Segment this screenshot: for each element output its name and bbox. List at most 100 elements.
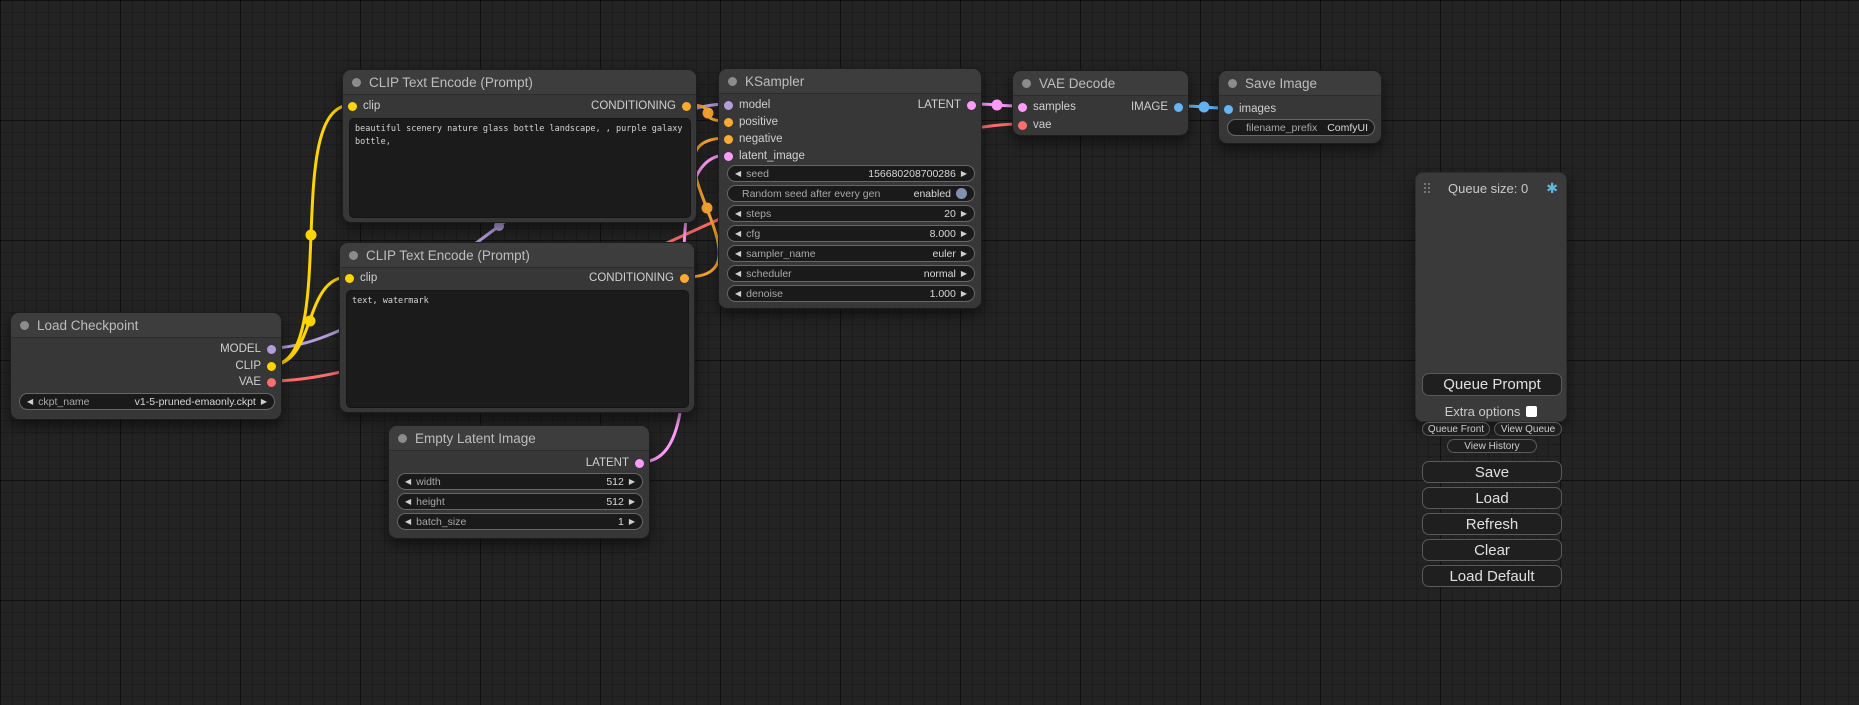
output-vae[interactable]: VAE	[239, 375, 276, 389]
node-clip-text-encode-positive[interactable]: CLIP Text Encode (Prompt) clip CONDITION…	[342, 69, 697, 223]
view-history-button[interactable]: View History	[1447, 439, 1537, 453]
height-widget[interactable]: ◀ height 512 ▶	[397, 493, 643, 510]
increment-arrow-icon[interactable]: ▶	[961, 290, 967, 298]
node-ksampler[interactable]: KSampler model LATENT positive negative …	[718, 68, 982, 309]
queue-front-button[interactable]: Queue Front	[1422, 422, 1490, 436]
node-clip-text-encode-negative[interactable]: CLIP Text Encode (Prompt) clip CONDITION…	[339, 242, 695, 413]
input-samples[interactable]: samples	[1018, 100, 1076, 114]
node-empty-latent-image[interactable]: Empty Latent Image LATENT ◀ width 512 ▶ …	[388, 425, 650, 539]
increment-arrow-icon[interactable]: ▶	[961, 270, 967, 278]
prompt-text-area[interactable]: beautiful scenery nature glass bottle la…	[349, 118, 691, 218]
node-graph-canvas[interactable]: Load Checkpoint MODEL CLIP VAE ◀ ckpt_na…	[0, 0, 1859, 705]
scheduler-widget[interactable]: ◀ scheduler normal ▶	[727, 265, 975, 282]
random-seed-widget[interactable]: Random seed after every gen enabled	[727, 185, 975, 202]
decrement-arrow-icon[interactable]: ◀	[27, 398, 33, 406]
decrement-arrow-icon[interactable]: ◀	[735, 270, 741, 278]
port-dot-latent[interactable]	[724, 152, 733, 161]
batch-size-widget[interactable]: ◀ batch_size 1 ▶	[397, 513, 643, 530]
seed-widget[interactable]: ◀ seed 156680208700286 ▶	[727, 165, 975, 182]
increment-arrow-icon[interactable]: ▶	[261, 398, 267, 406]
input-latent-image[interactable]: latent_image	[724, 149, 805, 163]
input-clip[interactable]: clip	[345, 271, 377, 285]
toggle-indicator[interactable]	[956, 188, 967, 199]
port-dot-image[interactable]	[1174, 103, 1183, 112]
increment-arrow-icon[interactable]: ▶	[629, 478, 635, 486]
save-button[interactable]: Save	[1422, 461, 1562, 483]
increment-arrow-icon[interactable]: ▶	[961, 210, 967, 218]
collapse-dot-icon[interactable]	[20, 321, 29, 330]
input-positive[interactable]: positive	[724, 115, 778, 129]
collapse-dot-icon[interactable]	[349, 251, 358, 260]
input-negative[interactable]: negative	[724, 132, 782, 146]
port-dot-model[interactable]	[724, 101, 733, 110]
node-save-image[interactable]: Save Image images filename_prefix ComfyU…	[1218, 70, 1382, 144]
node-vae-decode[interactable]: VAE Decode samples IMAGE vae	[1012, 70, 1189, 136]
output-conditioning[interactable]: CONDITIONING	[591, 99, 691, 113]
input-vae[interactable]: vae	[1018, 118, 1052, 132]
collapse-dot-icon[interactable]	[1228, 79, 1237, 88]
input-images[interactable]: images	[1224, 102, 1276, 116]
output-image[interactable]: IMAGE	[1131, 100, 1183, 114]
node-titlebar[interactable]: VAE Decode	[1013, 71, 1188, 96]
queue-menu-panel[interactable]: Queue size: 0 ✱ Queue Prompt Extra optio…	[1415, 172, 1567, 422]
node-titlebar[interactable]: Empty Latent Image	[389, 426, 649, 451]
increment-arrow-icon[interactable]: ▶	[961, 250, 967, 258]
port-dot-conditioning[interactable]	[724, 118, 733, 127]
node-titlebar[interactable]: KSampler	[719, 69, 981, 94]
extra-options-checkbox[interactable]	[1526, 406, 1537, 417]
increment-arrow-icon[interactable]: ▶	[629, 518, 635, 526]
node-load-checkpoint[interactable]: Load Checkpoint MODEL CLIP VAE ◀ ckpt_na…	[10, 312, 282, 420]
port-dot-clip[interactable]	[345, 274, 354, 283]
refresh-button[interactable]: Refresh	[1422, 513, 1562, 535]
denoise-widget[interactable]: ◀ denoise 1.000 ▶	[727, 285, 975, 302]
cfg-widget[interactable]: ◀ cfg 8.000 ▶	[727, 225, 975, 242]
load-button[interactable]: Load	[1422, 487, 1562, 509]
decrement-arrow-icon[interactable]: ◀	[735, 290, 741, 298]
output-model[interactable]: MODEL	[220, 342, 276, 356]
collapse-dot-icon[interactable]	[398, 434, 407, 443]
decrement-arrow-icon[interactable]: ◀	[735, 230, 741, 238]
sampler-name-widget[interactable]: ◀ sampler_name euler ▶	[727, 245, 975, 262]
decrement-arrow-icon[interactable]: ◀	[405, 518, 411, 526]
queue-prompt-button[interactable]: Queue Prompt	[1422, 373, 1562, 396]
increment-arrow-icon[interactable]: ▶	[629, 498, 635, 506]
input-model[interactable]: model	[724, 98, 770, 112]
decrement-arrow-icon[interactable]: ◀	[735, 170, 741, 178]
port-dot-vae[interactable]	[267, 378, 276, 387]
view-queue-button[interactable]: View Queue	[1494, 422, 1562, 436]
decrement-arrow-icon[interactable]: ◀	[735, 250, 741, 258]
steps-widget[interactable]: ◀ steps 20 ▶	[727, 205, 975, 222]
port-dot-clip[interactable]	[267, 362, 276, 371]
port-dot-latent[interactable]	[635, 459, 644, 468]
port-dot-vae[interactable]	[1018, 121, 1027, 130]
node-titlebar[interactable]: Save Image	[1219, 71, 1381, 96]
port-dot-conditioning[interactable]	[724, 135, 733, 144]
prompt-text-area[interactable]: text, watermark	[346, 290, 689, 408]
node-titlebar[interactable]: CLIP Text Encode (Prompt)	[340, 243, 694, 268]
clear-button[interactable]: Clear	[1422, 539, 1562, 561]
node-titlebar[interactable]: Load Checkpoint	[11, 313, 281, 338]
settings-gear-icon[interactable]: ✱	[1546, 181, 1558, 195]
input-clip[interactable]: clip	[348, 99, 380, 113]
decrement-arrow-icon[interactable]: ◀	[405, 478, 411, 486]
decrement-arrow-icon[interactable]: ◀	[405, 498, 411, 506]
ckpt-name-widget[interactable]: ◀ ckpt_name v1-5-pruned-emaonly.ckpt ▶	[19, 393, 275, 410]
collapse-dot-icon[interactable]	[1022, 79, 1031, 88]
increment-arrow-icon[interactable]: ▶	[961, 230, 967, 238]
port-dot-latent[interactable]	[1018, 103, 1027, 112]
node-titlebar[interactable]: CLIP Text Encode (Prompt)	[343, 70, 696, 95]
port-dot-image[interactable]	[1224, 105, 1233, 114]
load-default-button[interactable]: Load Default	[1422, 565, 1562, 587]
port-dot-latent[interactable]	[967, 101, 976, 110]
filename-prefix-widget[interactable]: filename_prefix ComfyUI	[1227, 119, 1375, 136]
port-dot-conditioning[interactable]	[682, 102, 691, 111]
output-latent[interactable]: LATENT	[918, 98, 976, 112]
width-widget[interactable]: ◀ width 512 ▶	[397, 473, 643, 490]
collapse-dot-icon[interactable]	[352, 78, 361, 87]
output-clip[interactable]: CLIP	[235, 359, 276, 373]
decrement-arrow-icon[interactable]: ◀	[735, 210, 741, 218]
port-dot-clip[interactable]	[348, 102, 357, 111]
output-conditioning[interactable]: CONDITIONING	[589, 271, 689, 285]
port-dot-model[interactable]	[267, 345, 276, 354]
increment-arrow-icon[interactable]: ▶	[961, 170, 967, 178]
